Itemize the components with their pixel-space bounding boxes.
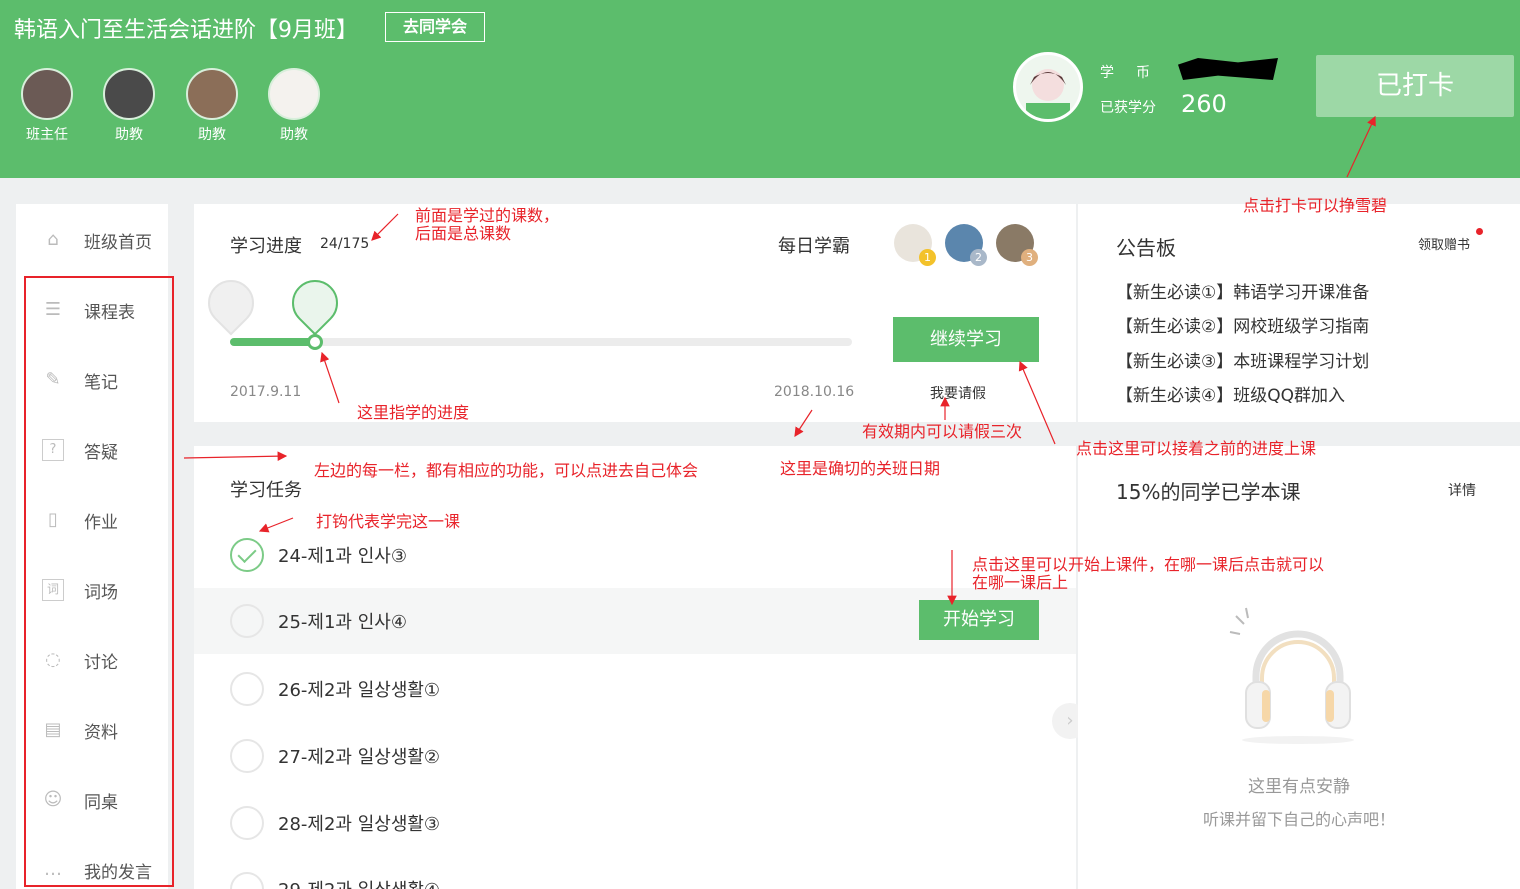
annotation-arrows bbox=[183, 115, 1376, 606]
